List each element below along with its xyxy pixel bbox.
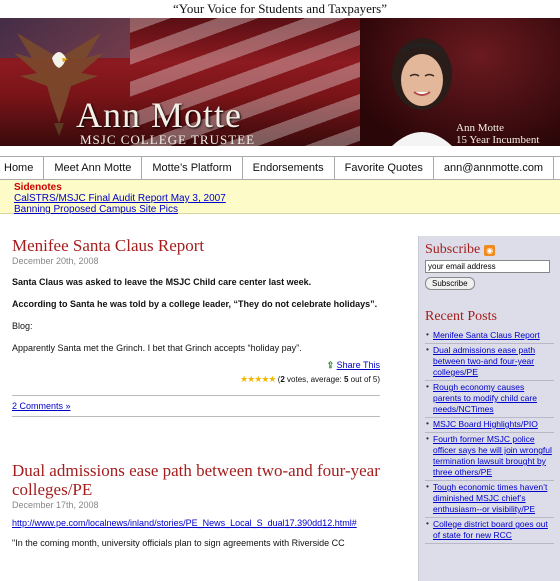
post-paragraph: Apparently Santa met the Grinch. I bet t… bbox=[12, 343, 302, 353]
main-content: Menifee Santa Claus Report December 20th… bbox=[12, 236, 380, 548]
sidenotes-bar: Sidenotes CalSTRS/MSJC Final Audit Repor… bbox=[0, 180, 560, 215]
post-paragraph: Blog: bbox=[12, 321, 33, 331]
subscribe-heading-text: Subscribe bbox=[425, 242, 481, 257]
post-source-link[interactable]: http://www.pe.com/localnews/inland/stori… bbox=[12, 518, 380, 528]
post-date: December 20th, 2008 bbox=[12, 256, 99, 266]
post-date: December 17th, 2008 bbox=[12, 500, 99, 510]
star-icon[interactable]: ★ bbox=[268, 374, 276, 384]
comments-link[interactable]: 2 Comments » bbox=[12, 401, 71, 411]
list-item: Menifee Santa Claus Report bbox=[425, 329, 554, 344]
header-banner: Ann Motte MSJC COLLEGE TRUSTEE Ann Motte… bbox=[0, 18, 560, 146]
list-item: MSJC Board Highlights/PIO bbox=[425, 418, 554, 433]
post-paragraph: "In the coming month, university officia… bbox=[12, 538, 345, 548]
post: Dual admissions ease path between two-an… bbox=[12, 461, 380, 548]
recent-post-link[interactable]: Dual admissions ease path between two-an… bbox=[433, 345, 535, 377]
main-nav: Home Meet Ann Motte Motte’s Platform End… bbox=[0, 156, 560, 180]
list-item: Dual admissions ease path between two-an… bbox=[425, 344, 554, 381]
nav-email[interactable]: ann@annmotte.com bbox=[434, 157, 555, 179]
recent-post-link[interactable]: Fourth former MSJC police officer says h… bbox=[433, 434, 552, 477]
recent-post-link[interactable]: MSJC Board Highlights/PIO bbox=[433, 419, 538, 429]
post-body: Santa Claus was asked to leave the MSJC … bbox=[12, 276, 380, 354]
recent-post-link[interactable]: Menifee Santa Claus Report bbox=[433, 330, 540, 340]
post-title[interactable]: Menifee Santa Claus Report bbox=[12, 236, 380, 255]
recent-posts: Recent Posts Menifee Santa Claus Report … bbox=[425, 309, 554, 544]
site-tagline: “Your Voice for Students and Taxpayers” bbox=[172, 1, 388, 16]
photo-caption-tenure: 15 Year Incumbent bbox=[456, 134, 540, 146]
sidenotes-heading: Sidenotes bbox=[14, 182, 62, 193]
email-field[interactable] bbox=[425, 260, 550, 273]
share-icon: ⇪ bbox=[326, 360, 335, 370]
recent-posts-list: Menifee Santa Claus Report Dual admissio… bbox=[425, 329, 554, 544]
recent-post-link[interactable]: Rough economy causes parents to modify c… bbox=[433, 382, 537, 414]
photo-caption: Ann Motte 15 Year Incumbent bbox=[456, 122, 539, 146]
list-item: Tough economic times haven’t diminished … bbox=[425, 481, 554, 518]
post-title[interactable]: Dual admissions ease path between two-an… bbox=[12, 461, 380, 499]
share-this-link[interactable]: Share This bbox=[337, 360, 380, 370]
post-paragraph: According to Santa he was told by a coll… bbox=[12, 299, 378, 309]
recent-post-link[interactable]: Tough economic times haven’t diminished … bbox=[433, 482, 547, 514]
list-item: Fourth former MSJC police officer says h… bbox=[425, 433, 554, 481]
rating-suffix: out of 5) bbox=[348, 375, 380, 384]
nav-platform[interactable]: Motte’s Platform bbox=[142, 157, 243, 179]
recent-post-link[interactable]: College district board goes out of state… bbox=[433, 519, 548, 540]
sidenote-link-banning[interactable]: Banning Proposed Campus Site Pics bbox=[14, 204, 546, 215]
rss-icon[interactable]: ◉ bbox=[484, 244, 496, 256]
nav-home[interactable]: Home bbox=[0, 157, 45, 179]
share-row: ⇪ Share This bbox=[12, 360, 380, 371]
banner-name: Ann Motte bbox=[76, 95, 242, 135]
subscribe-button[interactable]: Subscribe bbox=[425, 277, 475, 290]
rating-mid: votes, average: bbox=[284, 375, 344, 384]
subscribe-heading: Subscribe ◉ bbox=[425, 242, 554, 258]
list-item: Rough economy causes parents to modify c… bbox=[425, 381, 554, 418]
photo-caption-name: Ann Motte bbox=[456, 122, 504, 134]
banner-subtitle: MSJC COLLEGE TRUSTEE bbox=[80, 132, 256, 146]
nav-meet-ann-motte[interactable]: Meet Ann Motte bbox=[44, 157, 143, 179]
sidebar: Subscribe ◉ Subscribe Recent Posts Menif… bbox=[418, 236, 560, 581]
post-paragraph: Santa Claus was asked to leave the MSJC … bbox=[12, 277, 312, 287]
comments-row: 2 Comments » bbox=[12, 395, 380, 417]
list-item: College district board goes out of state… bbox=[425, 518, 554, 544]
nav-endorsements[interactable]: Endorsements bbox=[243, 157, 335, 179]
post: Menifee Santa Claus Report December 20th… bbox=[12, 236, 380, 417]
star-rating: ★★★★★ (2 votes, average: 5 out of 5) bbox=[12, 374, 380, 385]
recent-posts-heading: Recent Posts bbox=[425, 309, 497, 324]
sidenote-link-audit[interactable]: CalSTRS/MSJC Final Audit Report May 3, 2… bbox=[14, 193, 546, 204]
nav-favorite-quotes[interactable]: Favorite Quotes bbox=[335, 157, 434, 179]
